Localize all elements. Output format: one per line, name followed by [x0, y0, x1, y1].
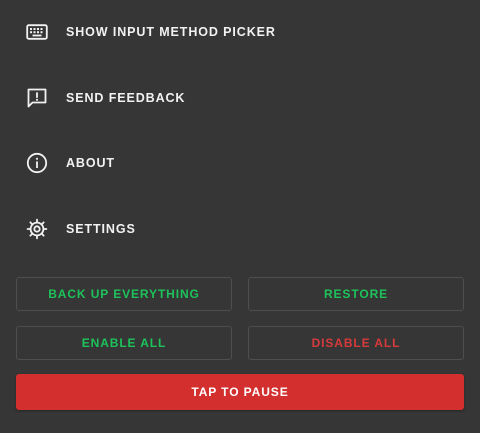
disable-all-button[interactable]: DISABLE ALL	[248, 326, 464, 360]
enable-all-button[interactable]: ENABLE ALL	[16, 326, 232, 360]
info-icon	[25, 151, 49, 175]
menu-item-show-input-method-picker[interactable]: SHOW INPUT METHOD PICKER	[0, 0, 480, 64]
menu-item-label: SEND FEEDBACK	[66, 91, 186, 105]
tap-to-pause-button[interactable]: TAP TO PAUSE	[16, 374, 464, 410]
menu-item-send-feedback[interactable]: SEND FEEDBACK	[0, 66, 480, 130]
menu-item-label: SETTINGS	[66, 222, 136, 236]
keyboard-icon	[25, 20, 49, 44]
gear-icon	[25, 217, 49, 241]
menu-item-label: ABOUT	[66, 156, 115, 170]
menu-item-about[interactable]: ABOUT	[0, 131, 480, 195]
menu-item-label: SHOW INPUT METHOD PICKER	[66, 25, 276, 39]
restore-button[interactable]: RESTORE	[248, 277, 464, 311]
back-up-everything-button[interactable]: BACK UP EVERYTHING	[16, 277, 232, 311]
menu-item-settings[interactable]: SETTINGS	[0, 197, 480, 261]
feedback-icon	[25, 86, 49, 110]
